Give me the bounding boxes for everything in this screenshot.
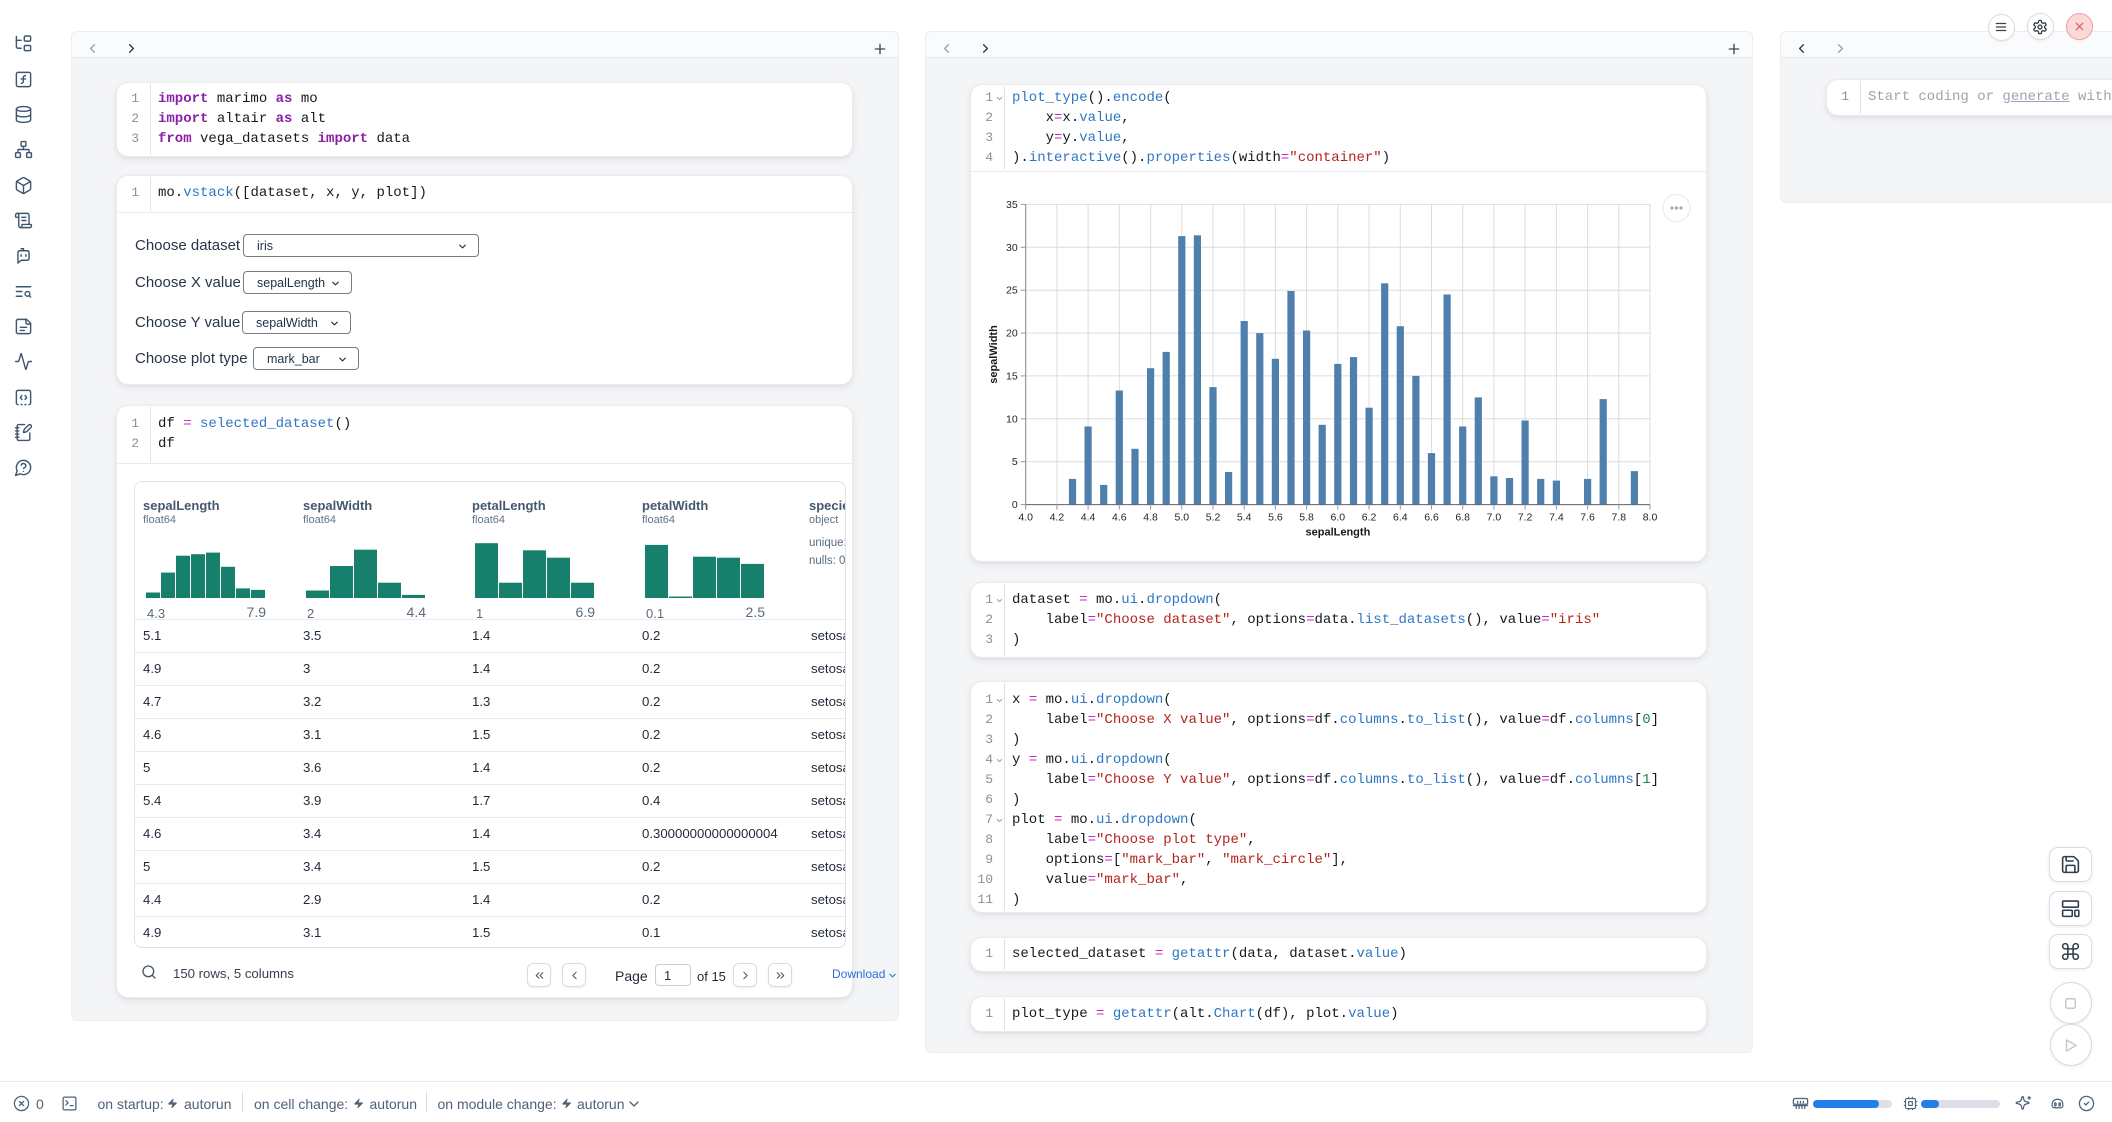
svg-text:4.2: 4.2 <box>1050 512 1065 524</box>
svg-text:5: 5 <box>1012 456 1018 468</box>
svg-text:35: 35 <box>1006 199 1018 211</box>
svg-text:15: 15 <box>1006 370 1018 382</box>
svg-text:4.0: 4.0 <box>1018 512 1033 524</box>
svg-text:7.4: 7.4 <box>1549 512 1564 524</box>
svg-text:sepalLength: sepalLength <box>1306 527 1371 539</box>
svg-text:25: 25 <box>1006 285 1018 297</box>
svg-text:30: 30 <box>1006 242 1018 254</box>
svg-text:5.0: 5.0 <box>1174 512 1189 524</box>
svg-text:6.4: 6.4 <box>1393 512 1408 524</box>
svg-text:sepalWidth: sepalWidth <box>988 325 1000 384</box>
svg-text:5.6: 5.6 <box>1268 512 1283 524</box>
svg-text:7.0: 7.0 <box>1487 512 1502 524</box>
svg-text:0: 0 <box>1012 499 1018 511</box>
svg-text:6.6: 6.6 <box>1424 512 1439 524</box>
svg-text:4.6: 4.6 <box>1112 512 1127 524</box>
svg-text:5.4: 5.4 <box>1237 512 1252 524</box>
svg-text:6.2: 6.2 <box>1362 512 1377 524</box>
svg-text:6.0: 6.0 <box>1330 512 1345 524</box>
svg-text:5.2: 5.2 <box>1206 512 1221 524</box>
svg-text:8.0: 8.0 <box>1643 512 1658 524</box>
svg-text:4.8: 4.8 <box>1143 512 1158 524</box>
svg-text:4.4: 4.4 <box>1081 512 1096 524</box>
svg-text:6.8: 6.8 <box>1455 512 1470 524</box>
svg-text:5.8: 5.8 <box>1299 512 1314 524</box>
svg-text:10: 10 <box>1006 413 1018 425</box>
svg-text:20: 20 <box>1006 328 1018 340</box>
svg-text:7.6: 7.6 <box>1580 512 1595 524</box>
svg-text:7.8: 7.8 <box>1611 512 1626 524</box>
svg-text:7.2: 7.2 <box>1518 512 1533 524</box>
